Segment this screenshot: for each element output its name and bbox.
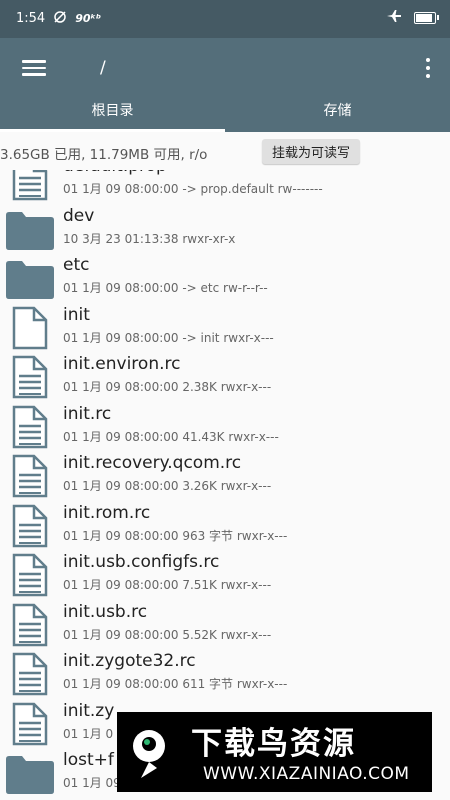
file-name: default.prop — [63, 170, 167, 176]
file-name: dev — [63, 205, 95, 226]
watermark-logo: 下载鸟资源 WWW.XIAZAINIAO.COM — [117, 712, 432, 792]
file-name: init.zygote32.rc — [63, 651, 196, 671]
document-icon — [10, 355, 48, 399]
file-row[interactable]: dev 10 3月 23 01:13:38 rwxr-xr-x — [0, 204, 450, 254]
file-row[interactable]: default.prop 01 1月 09 08:00:00 -> prop.de… — [0, 170, 450, 204]
airplane-icon — [386, 9, 402, 27]
document-icon — [10, 702, 48, 746]
file-name: init.usb.rc — [63, 601, 148, 622]
file-row[interactable]: init.environ.rc 01 1月 09 08:00:00 2.38K r… — [0, 352, 450, 402]
watermark-title: 下载鸟资源 — [191, 726, 356, 762]
watermark-url: WWW.XIAZAINIAO.COM — [203, 764, 410, 784]
file-row[interactable]: init.recovery.qcom.rc 01 1月 09 08:00:00 3… — [0, 451, 450, 501]
file-meta: 01 1月 09 08:00:00 -> prop.default rw----… — [63, 182, 323, 196]
folder-icon — [4, 207, 56, 251]
file-meta: 01 1月 09 08:00:00 7.51K rwxr-x--- — [63, 578, 272, 592]
file-name: init.recovery.qcom.rc — [63, 453, 242, 473]
file-name: etc — [63, 255, 90, 275]
file-meta: 01 1月 0 — [63, 726, 114, 741]
network-speed-label: 90ᵏᵇ — [75, 12, 102, 25]
storage-info-bar: 3.65GB 已用, 11.79MB 可用, r/o 挂载为可读写 — [0, 132, 450, 170]
storage-usage-text: 3.65GB 已用, 11.79MB 可用, r/o — [0, 147, 208, 163]
tab-storage[interactable]: 存储 — [225, 100, 450, 132]
document-icon — [10, 405, 48, 449]
status-time: 1:54 — [16, 11, 46, 26]
bird-logo-icon — [127, 724, 179, 780]
tab-storage-label: 存储 — [323, 103, 352, 119]
blank-file-icon — [10, 306, 48, 350]
sync-off-icon — [53, 10, 67, 27]
file-meta: 10 3月 23 01:13:38 rwxr-xr-x — [63, 231, 236, 246]
document-icon — [10, 504, 48, 548]
document-icon — [10, 454, 48, 498]
remount-rw-button[interactable]: 挂载为可读写 — [262, 139, 361, 164]
file-name: init.usb.configfs.rc — [63, 552, 220, 572]
file-name: init.rc — [63, 403, 112, 424]
file-meta: 01 1月 09 08:00:00 -> init rwxr-x--- — [63, 330, 274, 345]
document-icon — [10, 603, 48, 647]
file-row[interactable]: init.rc 01 1月 09 08:00:00 41.43K rwxr-x--… — [0, 402, 450, 452]
battery-icon — [414, 12, 439, 24]
file-name: init.environ.rc — [63, 354, 181, 374]
file-meta: 01 1月 09 08:00:00 3.26K rwxr-x--- — [63, 479, 272, 493]
document-icon — [10, 652, 48, 696]
folder-icon — [4, 256, 56, 300]
file-meta: 01 1月 09 08:00:00 -> etc rw-r--r-- — [63, 281, 268, 295]
file-row[interactable]: init 01 1月 09 08:00:00 -> init rwxr-x--- — [0, 303, 450, 353]
status-bar: 1:54 90ᵏᵇ — [0, 0, 450, 38]
file-row[interactable]: init.rom.rc 01 1月 09 08:00:00 963 字节 rwxr… — [0, 501, 450, 551]
file-row[interactable]: init.zygote32.rc 01 1月 09 08:00:00 611 字节… — [0, 649, 450, 699]
file-meta: 01 1月 09 08:00:00 41.43K rwxr-x--- — [63, 429, 279, 444]
status-left: 1:54 90ᵏᵇ — [16, 10, 101, 27]
file-meta: 01 1月 09 08:00:00 2.38K rwxr-x--- — [63, 380, 272, 394]
file-meta: 01 1月 09 08:00:00 611 字节 rwxr-x--- — [63, 677, 288, 691]
file-name: init — [63, 304, 90, 325]
file-row[interactable]: init.usb.rc 01 1月 09 08:00:00 5.52K rwxr-… — [0, 600, 450, 650]
current-path: / — [100, 58, 106, 78]
file-row[interactable]: etc 01 1月 09 08:00:00 -> etc rw-r--r-- — [0, 253, 450, 303]
file-name: init.zy — [63, 700, 115, 721]
file-row[interactable]: init.usb.configfs.rc 01 1月 09 08:00:00 7.… — [0, 550, 450, 600]
file-meta: 01 1月 09 08:00:00 963 字节 rwxr-x--- — [63, 528, 288, 543]
file-name: init.rom.rc — [63, 502, 151, 523]
menu-button[interactable] — [20, 56, 50, 80]
file-list[interactable]: default.prop 01 1月 09 08:00:00 -> prop.de… — [0, 170, 450, 800]
folder-icon — [4, 751, 56, 795]
more-options-icon[interactable] — [420, 56, 436, 80]
file-meta: 01 1月 09 08:00:00 5.52K rwxr-x--- — [63, 627, 272, 642]
tab-root-directory[interactable]: 根目录 — [0, 100, 225, 132]
document-icon — [10, 170, 48, 201]
status-right — [386, 9, 439, 27]
file-name: lost+f — [63, 750, 114, 770]
tab-root-label: 根目录 — [91, 103, 134, 119]
document-icon — [10, 553, 48, 597]
app-bar: / 根目录 存储 — [0, 38, 450, 132]
